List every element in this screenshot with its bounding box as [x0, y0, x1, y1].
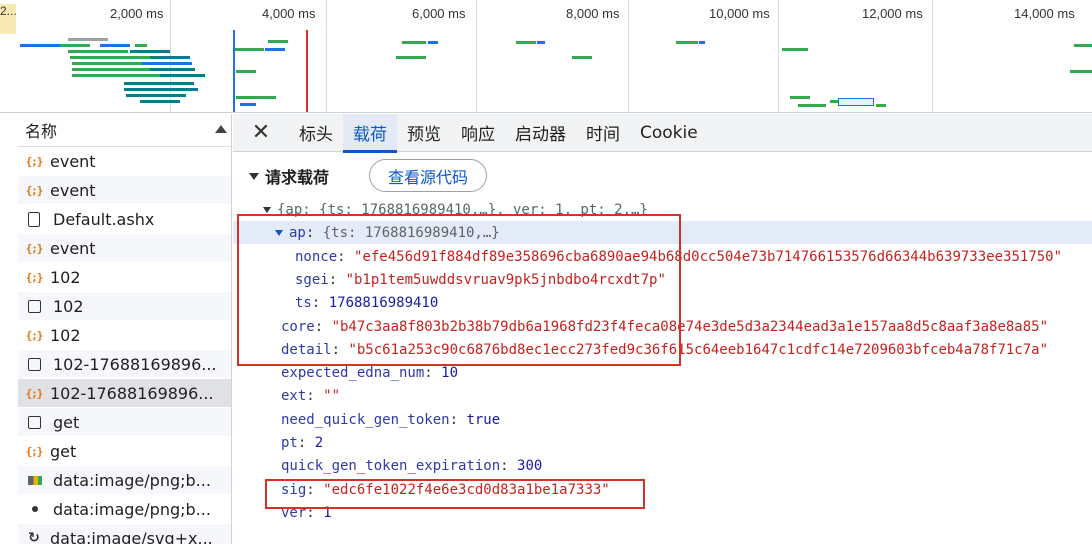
request-row[interactable]: {;} event — [18, 176, 231, 205]
image-icon — [28, 475, 42, 485]
request-name: data:image/png;b... — [53, 499, 211, 519]
close-icon[interactable]: ✕ — [233, 114, 289, 152]
request-row[interactable]: data:image/png;b... — [18, 495, 231, 524]
request-row[interactable]: {;} 102 — [18, 263, 231, 292]
tab-initiator[interactable]: 启动器 — [505, 114, 576, 152]
json-icon: {;} — [25, 270, 44, 284]
request-name: 102 — [50, 267, 81, 287]
view-source-button[interactable]: 查看源代码 — [369, 159, 487, 192]
payload-value: 300 — [517, 458, 543, 475]
timeline-tick-label: 8,000 ms — [566, 6, 620, 21]
request-name: 102-17688169896... — [50, 383, 214, 403]
tab-headers[interactable]: 标头 — [289, 114, 343, 152]
timeline-tick-label: 12,000 ms — [862, 6, 923, 21]
json-icon: {;} — [25, 328, 44, 342]
request-name: 102 — [50, 325, 81, 345]
request-row[interactable]: data:image/png;b... — [18, 466, 231, 495]
tab-preview[interactable]: 预览 — [397, 114, 451, 152]
request-row[interactable]: {;} 102 — [18, 321, 231, 350]
tab-response[interactable]: 响应 — [451, 114, 505, 152]
request-detail-panel: ✕ 标头 载荷 预览 响应 启动器 时间 Cookie 请求载荷 查看源代码 {… — [233, 114, 1092, 544]
name-column-header[interactable]: 名称 — [18, 114, 231, 147]
request-name: data:image/png;b... — [53, 470, 211, 490]
request-row[interactable]: ↻ data:image/svg+x... — [18, 524, 231, 544]
timeline-tick — [778, 0, 779, 112]
payload-key: need_quick_gen_token — [281, 411, 450, 428]
request-name: event — [50, 151, 96, 171]
payload-value: "" — [323, 388, 341, 405]
payload-key: ext — [281, 388, 307, 405]
request-name: event — [50, 180, 96, 200]
sort-ascending-icon — [215, 125, 227, 133]
payload-value: 10 — [441, 365, 459, 382]
timeline-tick — [932, 0, 933, 112]
payload-key: expected_edna_num — [281, 365, 425, 382]
timeline-tick — [326, 0, 327, 112]
checkbox-icon — [28, 357, 41, 371]
payload-value: 2 — [314, 435, 324, 451]
timeline-tick-label: 14,000 ms — [1014, 6, 1075, 21]
payload-field-ext[interactable]: ext: "" — [281, 385, 340, 408]
timeline-tick — [628, 0, 629, 112]
payload-field-need-quick-gen-token[interactable]: need_quick_gen_token: true — [281, 408, 500, 431]
caret-down-icon — [249, 172, 259, 180]
request-name: get — [50, 441, 77, 461]
dot-icon — [32, 506, 38, 512]
request-row[interactable]: 102 — [18, 292, 231, 321]
request-name: 102-17688169896... — [53, 354, 217, 374]
caret-down-icon — [263, 206, 271, 213]
request-row[interactable]: Default.ashx — [18, 205, 231, 234]
timeline-tick — [476, 0, 477, 112]
dom-content-loaded-marker — [233, 30, 235, 112]
checkbox-icon — [28, 415, 41, 429]
timeline-left-label: 2... — [0, 4, 16, 34]
json-icon: {;} — [25, 154, 44, 168]
request-row[interactable]: 102-17688169896... — [18, 350, 231, 379]
payload-field-pt[interactable]: pt: 2 — [281, 432, 323, 455]
tab-timing[interactable]: 时间 — [576, 114, 630, 152]
highlight-box-ap-core-detail — [237, 214, 681, 366]
checkbox-icon — [28, 299, 41, 313]
refresh-icon: ↻ — [28, 530, 40, 544]
request-row[interactable]: {;} event — [18, 147, 231, 176]
request-list: 名称 {;} event {;} event Default.ashx {;} event{… — [18, 114, 232, 544]
request-rows: {;} event {;} event Default.ashx {;} event {;} 1… — [18, 147, 231, 544]
request-payload-section-toggle[interactable]: 请求载荷 — [249, 164, 329, 188]
payload-value: true — [466, 411, 501, 428]
detail-tab-bar: ✕ 标头 载荷 预览 响应 启动器 时间 Cookie — [233, 114, 1092, 153]
section-title: 请求载荷 — [265, 168, 330, 187]
timeline-tick-label: 4,000 ms — [262, 6, 316, 21]
payload-field-quick-gen-token-expiration[interactable]: quick_gen_token_expiration: 300 — [281, 455, 542, 478]
network-timeline[interactable]: 2... 2,000 ms 4,000 ms 6,000 ms 8,000 ms… — [0, 0, 1092, 113]
json-icon: {;} — [25, 386, 44, 400]
timeline-tick-label: 10,000 ms — [709, 6, 770, 21]
request-row[interactable]: {;} get — [18, 437, 231, 466]
request-name: get — [53, 412, 80, 432]
timeline-tick-label: 6,000 ms — [412, 6, 466, 21]
payload-key: quick_gen_token_expiration — [281, 458, 501, 475]
load-event-marker — [306, 30, 308, 112]
json-icon: {;} — [25, 183, 44, 197]
request-row[interactable]: {;} event — [18, 234, 231, 263]
document-icon — [28, 211, 40, 227]
payload-key: pt — [281, 435, 298, 451]
request-name: data:image/svg+x... — [50, 528, 213, 544]
request-name: Default.ashx — [53, 209, 155, 229]
request-row[interactable]: {;} 102-17688169896... — [18, 379, 231, 408]
request-name: 102 — [53, 296, 84, 316]
request-name: event — [50, 238, 96, 258]
tab-cookies[interactable]: Cookie — [630, 114, 708, 152]
request-row[interactable]: get — [18, 408, 231, 437]
json-icon: {;} — [25, 444, 44, 458]
tab-payload[interactable]: 载荷 — [343, 114, 397, 153]
json-icon: {;} — [25, 241, 44, 255]
highlight-box-sig — [265, 479, 645, 509]
timeline-tick-label: 2,000 ms — [110, 6, 164, 21]
